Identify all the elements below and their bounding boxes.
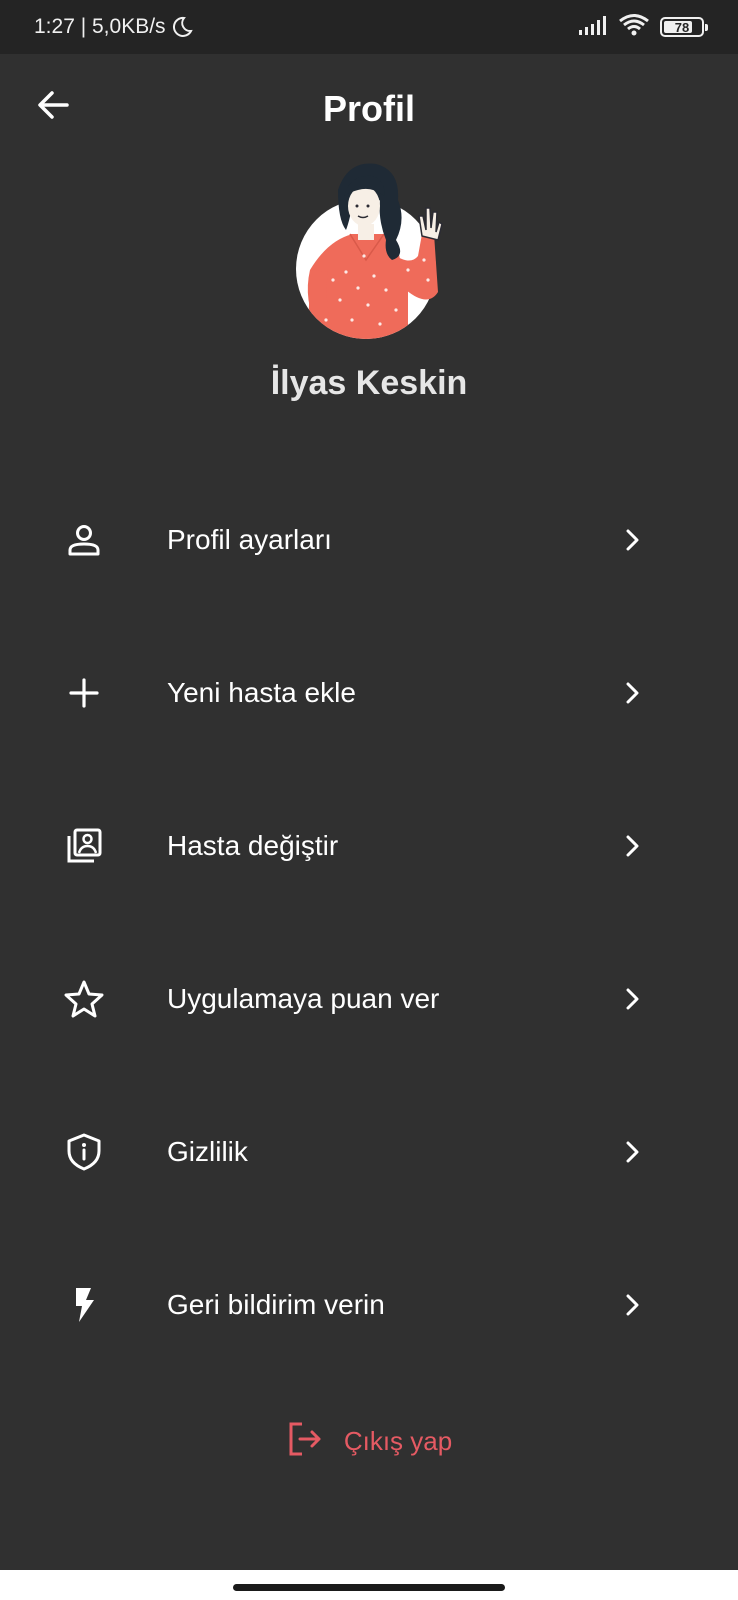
- status-left: 1:27 | 5,0KB/s: [34, 15, 194, 39]
- chevron-right-icon: [614, 1287, 650, 1323]
- avatar[interactable]: [288, 160, 448, 340]
- menu-item-label: Yeni hasta ekle: [167, 676, 356, 708]
- app-bar: Profil: [0, 54, 738, 164]
- menu-item-label: Geri bildirim verin: [167, 1288, 385, 1320]
- logout-label: Çıkış yap: [343, 1426, 453, 1456]
- switch-account-icon: [56, 818, 112, 874]
- battery-level: 78: [674, 19, 690, 35]
- wifi-icon: [618, 13, 650, 42]
- logout-icon: [286, 1420, 324, 1463]
- person-icon: [56, 512, 112, 568]
- user-name: İlyas Keskin: [270, 364, 468, 402]
- page-title: Profil: [322, 88, 415, 129]
- menu-item-feedback[interactable]: Geri bildirim verin: [0, 1228, 738, 1381]
- menu-item-label: Hasta değiştir: [167, 829, 339, 861]
- shield-icon: [56, 1124, 112, 1180]
- menu-item-label: Uygulamaya puan ver: [167, 982, 440, 1014]
- chevron-right-icon: [614, 981, 650, 1017]
- status-bar: 1:27 | 5,0KB/s 78: [0, 0, 738, 54]
- chevron-right-icon: [614, 828, 650, 864]
- plus-icon: [56, 665, 112, 721]
- chevron-right-icon: [614, 1134, 650, 1170]
- menu-item-rate-app[interactable]: Uygulamaya puan ver: [0, 922, 738, 1075]
- star-icon: [56, 971, 112, 1027]
- chevron-right-icon: [614, 522, 650, 558]
- status-time-speed: 1:27 | 5,0KB/s: [34, 15, 166, 38]
- menu-item-switch-patient[interactable]: Hasta değiştir: [0, 769, 738, 922]
- menu-item-profile-settings[interactable]: Profil ayarları: [0, 463, 738, 616]
- home-indicator[interactable]: [233, 1584, 505, 1591]
- menu-item-add-patient[interactable]: Yeni hasta ekle: [0, 616, 738, 769]
- system-nav-bar: [0, 1570, 738, 1600]
- profile-menu: Profil ayarları Yeni hasta ekle Hasta de…: [0, 463, 738, 1381]
- battery-icon: 78: [660, 17, 708, 37]
- moon-icon: [170, 15, 194, 39]
- bolt-icon: [56, 1277, 112, 1333]
- chevron-right-icon: [614, 675, 650, 711]
- menu-item-label: Profil ayarları: [167, 523, 332, 555]
- logout-button[interactable]: Çıkış yap: [0, 1420, 738, 1463]
- menu-item-privacy[interactable]: Gizlilik: [0, 1075, 738, 1228]
- signal-icon: [578, 14, 608, 41]
- menu-item-label: Gizlilik: [167, 1135, 248, 1167]
- status-right: 78: [578, 13, 708, 42]
